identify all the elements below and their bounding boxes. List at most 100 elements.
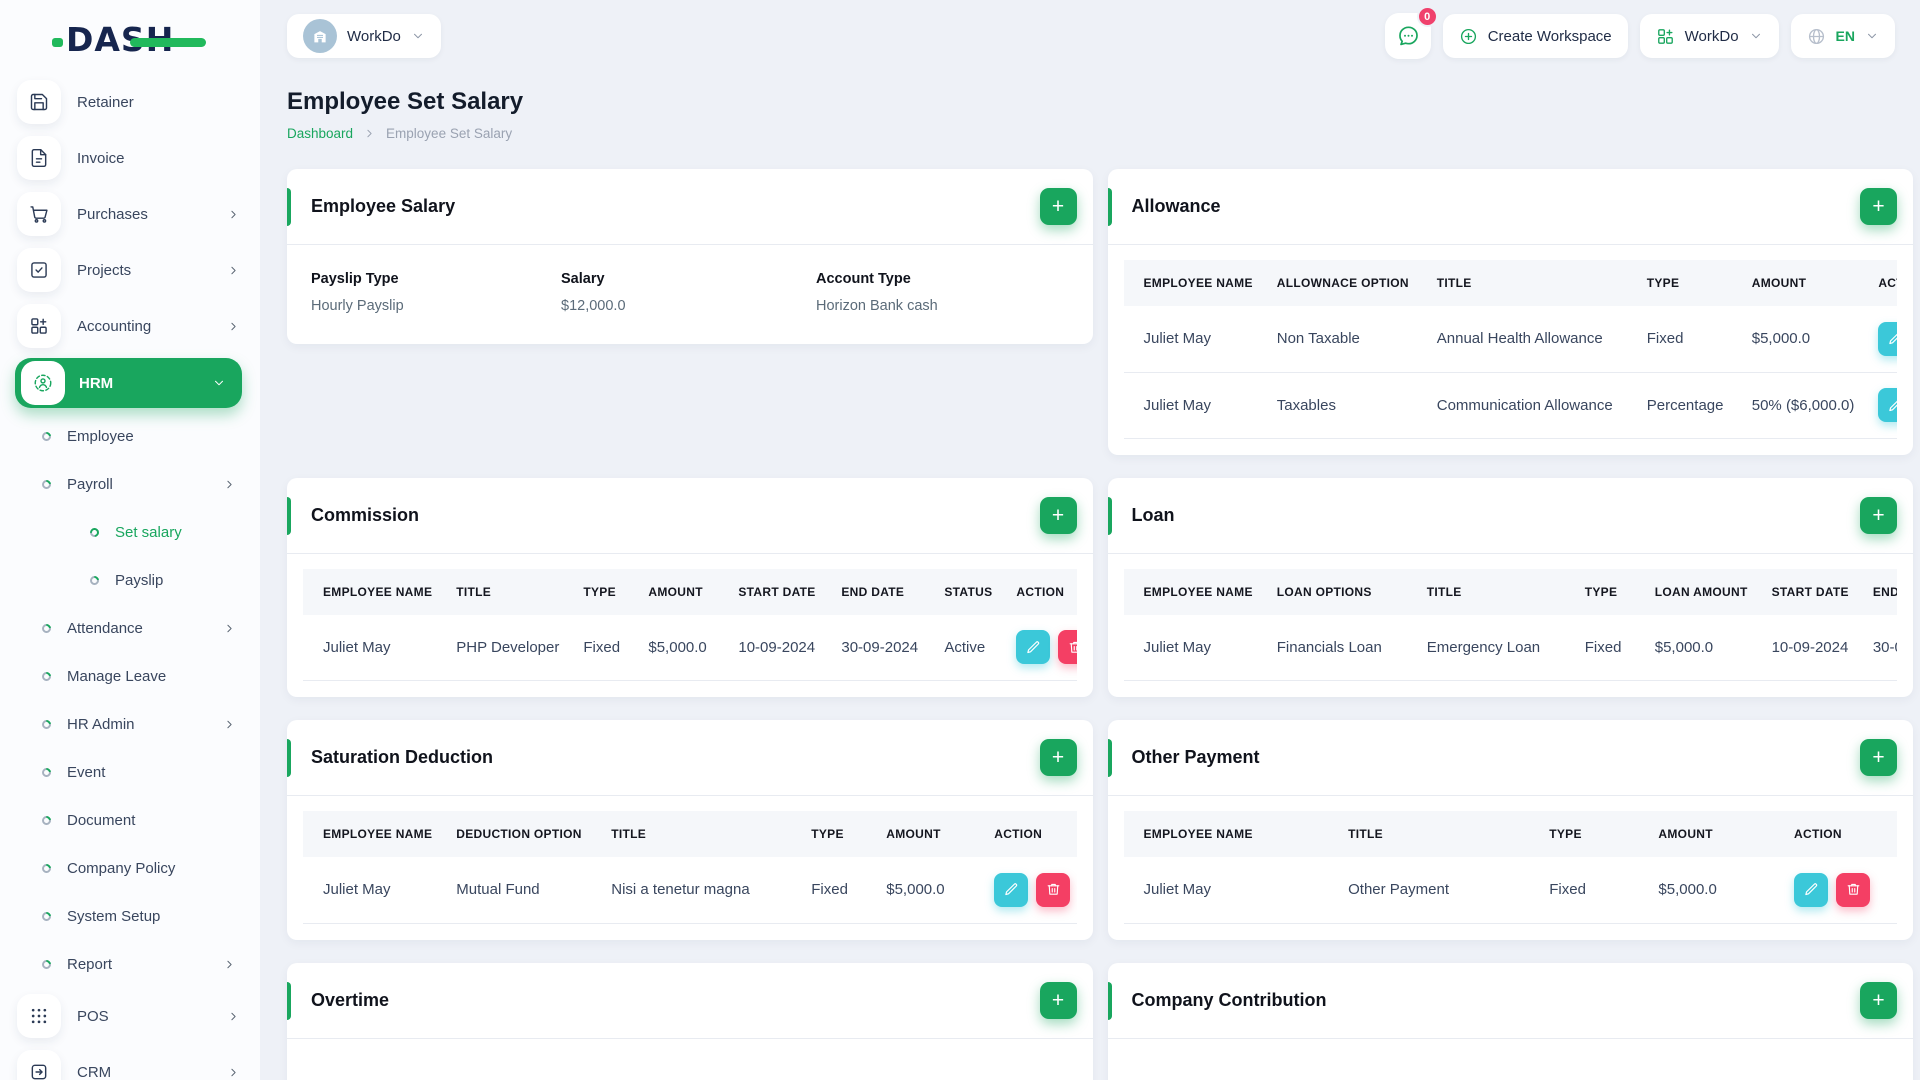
- column-header: Type: [1549, 827, 1582, 841]
- sidebar-item-accounting[interactable]: Accounting: [0, 298, 260, 354]
- table-cell: Fixed: [1572, 614, 1643, 681]
- sidebar-item-set-salary[interactable]: Set salary: [0, 508, 260, 556]
- messages-button[interactable]: 0: [1384, 6, 1438, 59]
- sidebar-nav: Retainer Invoice Purchases Projects Accounti…: [0, 66, 260, 1080]
- sidebar-item-document[interactable]: Document: [0, 796, 260, 844]
- table-row: Juliet May Non Taxable Annual Health Allow…: [1123, 306, 1897, 373]
- app-menu-label: WorkDo: [1684, 27, 1739, 45]
- table-cell: Percentage: [1634, 372, 1740, 439]
- table-cell: 10-09-2024: [726, 614, 830, 681]
- add-loan-button[interactable]: +: [1860, 496, 1897, 534]
- purchases-icon: [17, 192, 61, 236]
- bullet-icon: [88, 525, 101, 539]
- sidebar-item-report[interactable]: Report: [0, 940, 260, 988]
- table-cell: $5,000.0: [1739, 306, 1867, 373]
- bullet-icon: [88, 573, 101, 587]
- table-cell: Juliet May: [1123, 857, 1337, 924]
- table-cell: Financials Loan: [1264, 614, 1415, 681]
- chevron-right-icon: [363, 127, 376, 140]
- sidebar-item-pos[interactable]: POS: [0, 988, 260, 1044]
- sidebar-item-projects[interactable]: Projects: [0, 242, 260, 298]
- add-other-payment-button[interactable]: +: [1860, 739, 1897, 776]
- bullet-icon: [40, 813, 53, 827]
- add-employee-salary-button[interactable]: +: [1039, 188, 1077, 225]
- workspace-switcher[interactable]: WorkDo: [287, 14, 441, 58]
- create-workspace-button[interactable]: Create Workspace: [1442, 14, 1628, 58]
- breadcrumb-dashboard-link[interactable]: Dashboard: [287, 126, 353, 141]
- add-company-contribution-button[interactable]: +: [1860, 981, 1897, 1019]
- app-menu-button[interactable]: WorkDo: [1639, 14, 1779, 58]
- edit-button[interactable]: [1794, 872, 1829, 907]
- add-commission-button[interactable]: +: [1039, 496, 1077, 534]
- delete-button[interactable]: [1836, 872, 1871, 907]
- sidebar-item-manage-leave[interactable]: Manage Leave: [0, 652, 260, 700]
- sidebar-item-crm[interactable]: CRM: [0, 1044, 260, 1080]
- sidebar-item-hrm[interactable]: HRM: [15, 358, 242, 408]
- edit-button[interactable]: [1878, 388, 1897, 422]
- edit-button[interactable]: [1016, 630, 1051, 665]
- chevron-right-icon: [227, 208, 240, 221]
- table-cell: Fixed: [1537, 857, 1647, 924]
- table-cell: PHP Developer: [444, 614, 572, 681]
- logo-accent-dot: [52, 38, 63, 47]
- create-workspace-label: Create Workspace: [1487, 27, 1612, 45]
- table-cell: Juliet May: [1123, 372, 1265, 439]
- commission-table: Employee Name Title Type Amount Start Date En…: [303, 568, 1077, 681]
- table-cell: 30-09-2024: [1860, 614, 1897, 681]
- field-value: Hourly Payslip: [311, 298, 404, 314]
- table-cell: Juliet May: [303, 857, 445, 924]
- sidebar: DASH Retainer Invoice Purchases Projects Acc…: [0, 0, 260, 1080]
- delete-button[interactable]: [1058, 630, 1077, 665]
- add-overtime-button[interactable]: +: [1039, 981, 1077, 1019]
- delete-button[interactable]: [1036, 872, 1071, 907]
- edit-button[interactable]: [1878, 321, 1897, 356]
- app-logo[interactable]: DASH: [0, 0, 260, 66]
- add-saturation-deduction-button[interactable]: +: [1039, 739, 1077, 776]
- column-header: Action: [1794, 827, 1842, 841]
- breadcrumb-current: Employee Set Salary: [386, 126, 513, 141]
- sidebar-item-purchases[interactable]: Purchases: [0, 186, 260, 242]
- edit-button[interactable]: [994, 872, 1029, 907]
- circle-plus-icon: [1459, 27, 1478, 46]
- sidebar-item-event[interactable]: Event: [0, 748, 260, 796]
- card-title: Commission: [311, 504, 420, 525]
- other-payment-card: Other Payment + Employee Name Title Type Am…: [1107, 720, 1913, 940]
- column-header: Type: [1584, 584, 1618, 599]
- saturation-deduction-table: Employee Name Deduction Option Title Type Am…: [303, 811, 1077, 924]
- bullet-icon: [40, 765, 53, 779]
- hrm-icon: [21, 361, 65, 405]
- allowance-table: Employee Name Allownace Option Title Type Am…: [1123, 260, 1897, 439]
- table-cell: 50% ($6,000.0): [1739, 372, 1867, 439]
- column-header: Amount: [648, 584, 703, 599]
- column-header: Status: [944, 584, 993, 599]
- sidebar-item-payslip[interactable]: Payslip: [0, 556, 260, 604]
- loan-card: Loan + Employee Name Loan Options Title Typ…: [1107, 477, 1913, 697]
- sidebar-item-company-policy[interactable]: Company Policy: [0, 844, 260, 892]
- sidebar-item-payroll[interactable]: Payroll: [0, 460, 260, 508]
- table-cell: Annual Health Allowance: [1424, 306, 1635, 373]
- sidebar-item-system-setup[interactable]: System Setup: [0, 892, 260, 940]
- card-title: Overtime: [311, 989, 390, 1010]
- sidebar-item-attendance[interactable]: Attendance: [0, 604, 260, 652]
- chevron-down-icon: [1865, 29, 1879, 43]
- topbar: WorkDo 0 Create Workspace WorkDo EN: [287, 0, 1913, 72]
- field-label: Payslip Type: [311, 271, 399, 287]
- chevron-down-icon: [212, 376, 226, 390]
- crm-icon: [17, 1050, 61, 1080]
- cards-grid: Employee Salary + Payslip Type Hourly Pay…: [287, 169, 1913, 1080]
- sidebar-item-retainer[interactable]: Retainer: [0, 74, 260, 130]
- table-cell: $5,000.0: [874, 857, 983, 924]
- column-header: Employee Name: [323, 827, 433, 841]
- salary-field: Account Type Horizon Bank cash: [816, 271, 1069, 314]
- sidebar-item-employee[interactable]: Employee: [0, 412, 260, 460]
- table-cell: Juliet May: [1123, 306, 1265, 373]
- column-header: Employee Name: [1143, 827, 1253, 841]
- table-cell: Emergency Loan: [1414, 614, 1573, 681]
- table-cell: Other Payment: [1336, 857, 1538, 924]
- language-selector[interactable]: EN: [1790, 14, 1895, 58]
- sidebar-item-invoice[interactable]: Invoice: [0, 130, 260, 186]
- add-allowance-button[interactable]: +: [1860, 188, 1897, 225]
- sidebar-item-hr-admin[interactable]: HR Admin: [0, 700, 260, 748]
- field-label: Account Type: [816, 271, 911, 287]
- column-header: Action: [994, 827, 1043, 841]
